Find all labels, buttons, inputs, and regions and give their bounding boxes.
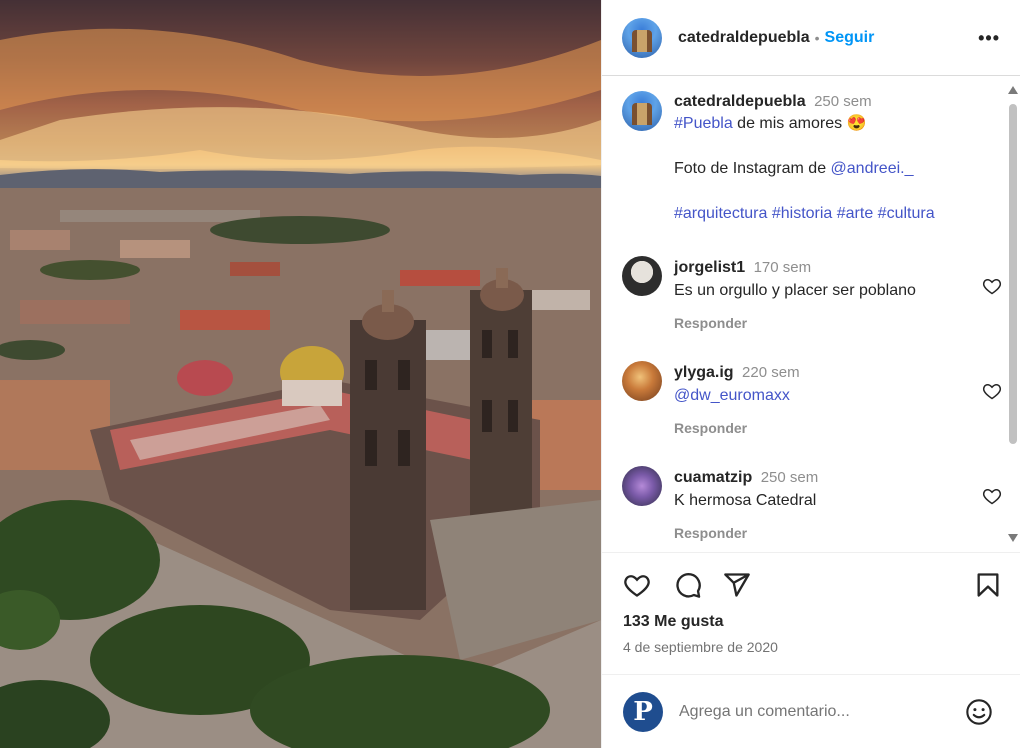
share-icon[interactable] <box>722 571 752 599</box>
follow-button[interactable]: Seguir <box>825 29 875 47</box>
author-username[interactable]: catedraldepuebla <box>678 29 810 47</box>
commenter-avatar[interactable] <box>622 466 662 506</box>
comment-input[interactable] <box>679 702 939 721</box>
hashtag-puebla-link[interactable]: #Puebla <box>674 115 733 132</box>
comment-like-heart-icon[interactable] <box>981 486 1003 506</box>
commenter-username[interactable]: ylyga.ig <box>674 364 734 381</box>
separator-dot: • <box>814 29 820 46</box>
comments-scrollbar[interactable] <box>1004 80 1020 546</box>
post-details-panel: catedraldepuebla • Seguir ••• catedralde… <box>601 0 1020 748</box>
likes-count[interactable]: 133 Me gusta <box>623 613 723 631</box>
caption-author-avatar[interactable] <box>622 91 662 131</box>
scroll-up-arrow-icon[interactable] <box>1008 86 1018 94</box>
scroll-thumb[interactable] <box>1009 104 1017 444</box>
reply-button[interactable]: Responder <box>674 417 800 440</box>
post-caption: catedraldepuebla 250 sem #Puebla de mis … <box>622 91 992 225</box>
commenter-username[interactable]: cuamatzip <box>674 469 752 486</box>
comment-like-heart-icon[interactable] <box>981 381 1003 401</box>
reply-button[interactable]: Responder <box>674 312 916 335</box>
comment-time: 220 sem <box>742 364 800 381</box>
more-options-icon[interactable]: ••• <box>978 29 1000 47</box>
reply-button[interactable]: Responder <box>674 522 818 545</box>
post-header: catedraldepuebla • Seguir ••• <box>602 0 1020 76</box>
comment-time: 250 sem <box>760 469 819 486</box>
comment-item: ylyga.ig 220 sem @dw_euromaxx Responder <box>622 361 1002 440</box>
author-avatar[interactable] <box>622 17 662 58</box>
comment-text: K hermosa Catedral <box>674 492 817 509</box>
comments-section[interactable]: catedraldepuebla 250 sem #Puebla de mis … <box>602 77 1020 551</box>
caption-time: 250 sem <box>814 93 872 110</box>
commenter-avatar[interactable] <box>622 256 662 296</box>
comment-time: 170 sem <box>753 259 812 276</box>
cathedral-aerial-photo <box>0 0 601 748</box>
comment-icon[interactable] <box>673 571 703 599</box>
scroll-down-arrow-icon[interactable] <box>1008 534 1018 542</box>
comment-like-heart-icon[interactable] <box>981 276 1003 296</box>
commenter-avatar[interactable] <box>622 361 662 401</box>
comment-item: jorgelist1 170 sem Es un orgullo y place… <box>622 256 1002 335</box>
heart-icon[interactable] <box>622 571 652 599</box>
post-photo <box>0 0 601 748</box>
post-actions: 133 Me gusta 4 de septiembre de 2020 <box>602 552 1020 670</box>
caption-text-2: Foto de Instagram de <box>674 160 831 177</box>
caption-username[interactable]: catedraldepuebla <box>674 93 806 110</box>
emoji-icon[interactable] <box>965 698 993 726</box>
current-user-avatar: P <box>623 691 663 732</box>
comment-item: cuamatzip 250 sem K hermosa Catedral Res… <box>622 466 1002 545</box>
comment-text: Es un orgullo y placer ser poblano <box>674 282 916 299</box>
commenter-username[interactable]: jorgelist1 <box>674 259 745 276</box>
post-date: 4 de septiembre de 2020 <box>623 639 778 655</box>
bookmark-icon[interactable] <box>974 571 1002 599</box>
caption-text-1: de mis amores 😍 <box>732 115 867 132</box>
add-comment-bar: P <box>602 674 1020 748</box>
comment-mention-link[interactable]: @dw_euromaxx <box>674 384 800 407</box>
caption-hashtags[interactable]: #arquitectura #historia #arte #cultura <box>674 203 935 225</box>
mention-link[interactable]: @andreei._ <box>831 160 914 177</box>
